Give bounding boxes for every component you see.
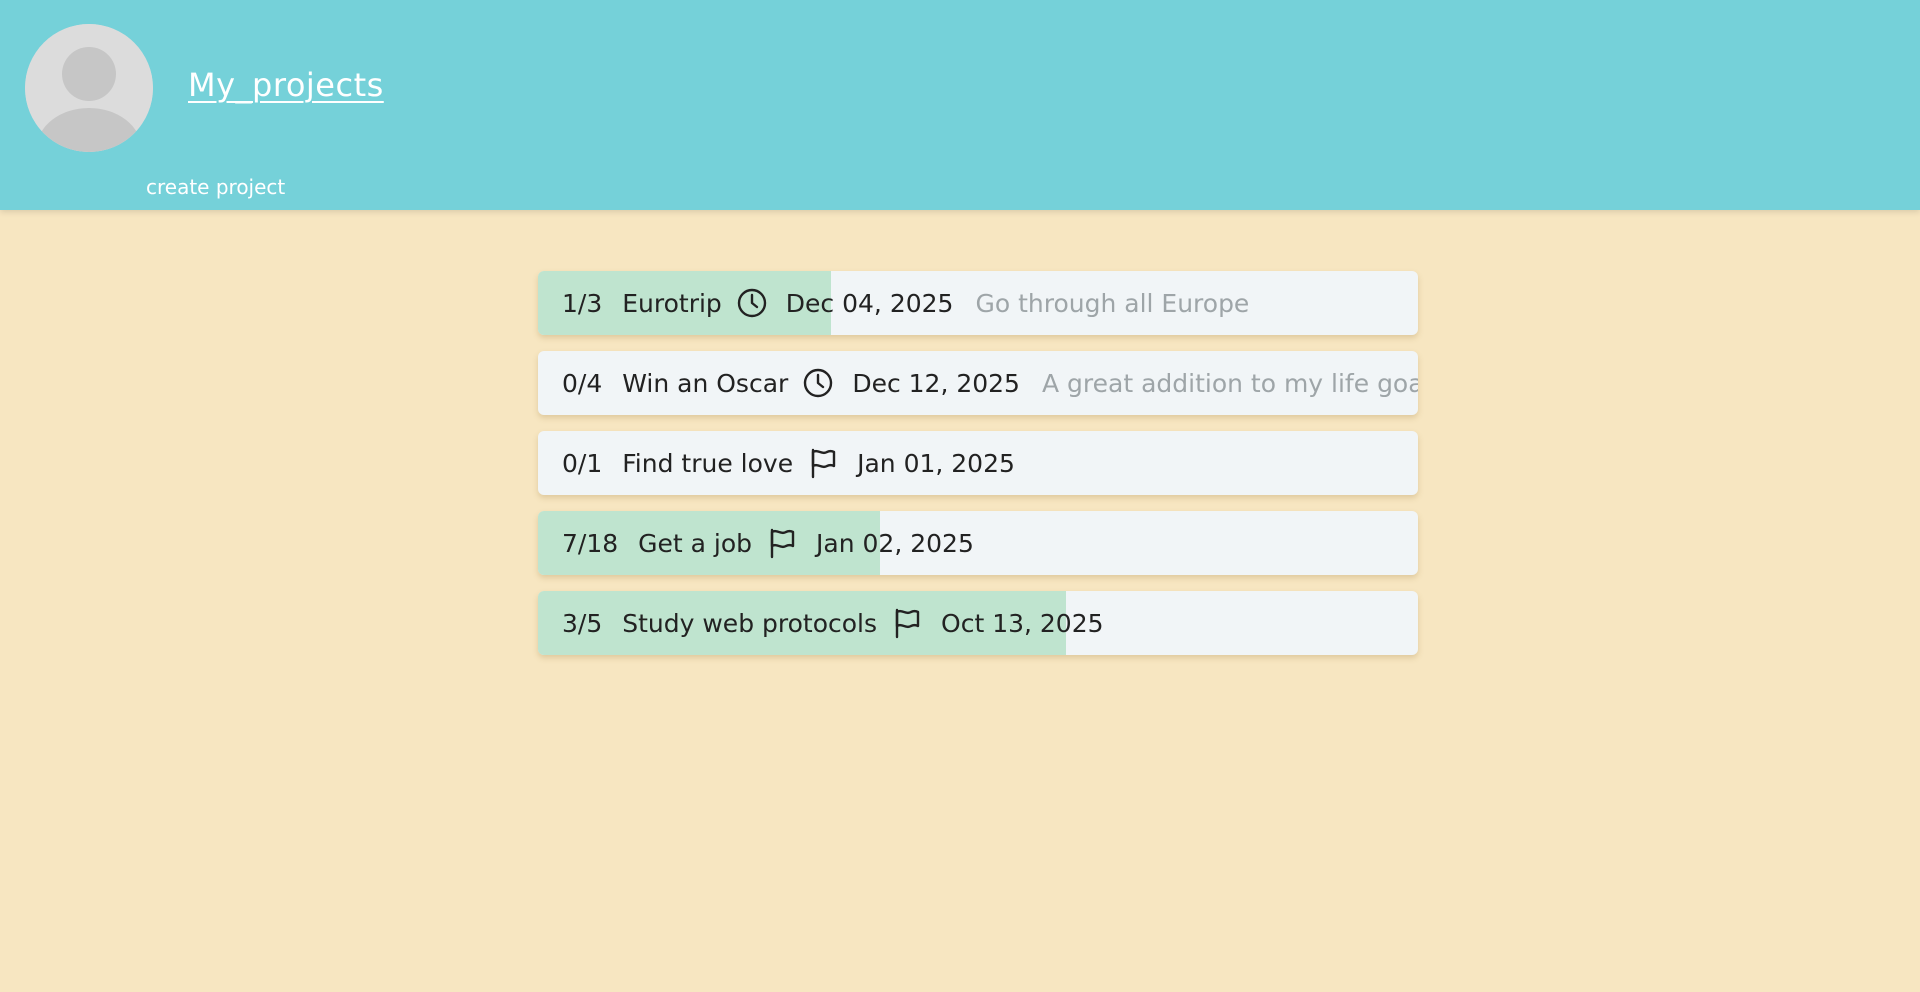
project-row[interactable]: 0/4 Win an Oscar Dec 12, 2025 A great ad… xyxy=(538,351,1418,415)
project-name: Study web protocols xyxy=(622,608,878,638)
flag-icon xyxy=(807,447,839,479)
project-name: Get a job xyxy=(638,528,753,558)
project-list: 1/3 Eurotrip Dec 04, 2025 Go through all… xyxy=(538,271,1418,671)
project-date: Dec 04, 2025 xyxy=(785,288,954,318)
project-description: A great addition to my life goals. xyxy=(1041,368,1418,398)
project-name: Eurotrip xyxy=(622,288,722,318)
task-count: 3/5 xyxy=(562,608,603,638)
project-row[interactable]: 3/5 Study web protocols Oct 13, 2025 xyxy=(538,591,1418,655)
create-project-link[interactable]: create project xyxy=(146,175,285,199)
project-date: Oct 13, 2025 xyxy=(941,608,1104,638)
project-row-content: 1/3 Eurotrip Dec 04, 2025 Go through all… xyxy=(562,271,1249,335)
project-description: Go through all Europe xyxy=(975,288,1250,318)
project-row[interactable]: 1/3 Eurotrip Dec 04, 2025 Go through all… xyxy=(538,271,1418,335)
project-date: Jan 02, 2025 xyxy=(816,528,974,558)
flag-icon xyxy=(891,607,923,639)
task-count: 1/3 xyxy=(562,288,603,318)
project-row-content: 0/4 Win an Oscar Dec 12, 2025 A great ad… xyxy=(562,351,1418,415)
user-silhouette-icon xyxy=(25,24,153,152)
project-name: Win an Oscar xyxy=(622,368,789,398)
task-count: 7/18 xyxy=(562,528,619,558)
project-date: Jan 01, 2025 xyxy=(857,448,1015,478)
clock-icon xyxy=(802,367,834,399)
page-title[interactable]: My_projects xyxy=(188,66,384,104)
flag-icon xyxy=(766,527,798,559)
project-row-content: 7/18 Get a job Jan 02, 2025 xyxy=(562,511,996,575)
project-row[interactable]: 0/1 Find true love Jan 01, 2025 xyxy=(538,431,1418,495)
task-count: 0/4 xyxy=(562,368,603,398)
project-row-content: 3/5 Study web protocols Oct 13, 2025 xyxy=(562,591,1126,655)
project-row[interactable]: 7/18 Get a job Jan 02, 2025 xyxy=(538,511,1418,575)
project-name: Find true love xyxy=(622,448,794,478)
app-header: My_projects create project xyxy=(0,0,1920,210)
task-count: 0/1 xyxy=(562,448,603,478)
project-row-content: 0/1 Find true love Jan 01, 2025 xyxy=(562,431,1037,495)
avatar[interactable] xyxy=(25,24,153,152)
project-date: Dec 12, 2025 xyxy=(852,368,1020,398)
clock-icon xyxy=(736,287,768,319)
